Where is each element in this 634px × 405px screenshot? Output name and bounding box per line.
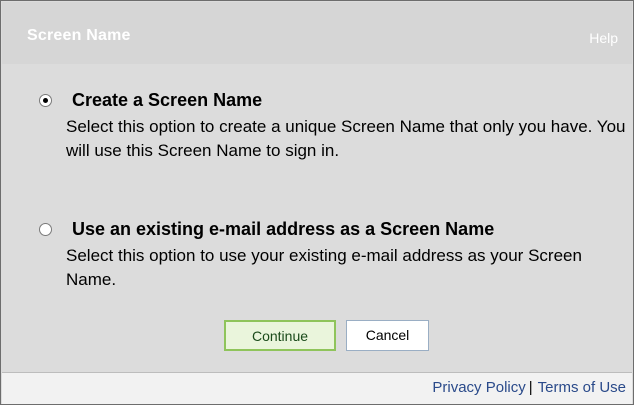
use-email-label[interactable]: Use an existing e-mail address as a Scre… — [72, 219, 494, 240]
create-screen-name-description: Select this option to create a unique Sc… — [66, 117, 626, 160]
create-screen-name-radio[interactable] — [39, 94, 52, 107]
use-email-radio[interactable] — [39, 223, 52, 236]
radio-selected-dot — [43, 98, 48, 103]
dialog-footer: Privacy Policy | Terms of Use — [2, 372, 632, 404]
use-email-description: Select this option to use your existing … — [66, 246, 582, 289]
footer-links: Privacy Policy | Terms of Use — [432, 379, 626, 396]
dialog-title: Screen Name — [27, 27, 131, 44]
dialog-body: Create a Screen Name Select this option … — [2, 64, 632, 372]
continue-button[interactable]: Continue — [224, 320, 336, 351]
dialog-header: Screen Name Help — [2, 2, 632, 64]
screen-name-dialog: Screen Name Help Create a Screen Name Se… — [0, 0, 634, 405]
privacy-policy-link[interactable]: Privacy Policy — [432, 379, 525, 396]
help-link[interactable]: Help — [589, 30, 618, 46]
create-screen-name-label[interactable]: Create a Screen Name — [72, 90, 262, 111]
footer-separator: | — [528, 379, 533, 396]
terms-of-use-link[interactable]: Terms of Use — [538, 379, 626, 396]
cancel-button[interactable]: Cancel — [346, 320, 429, 351]
